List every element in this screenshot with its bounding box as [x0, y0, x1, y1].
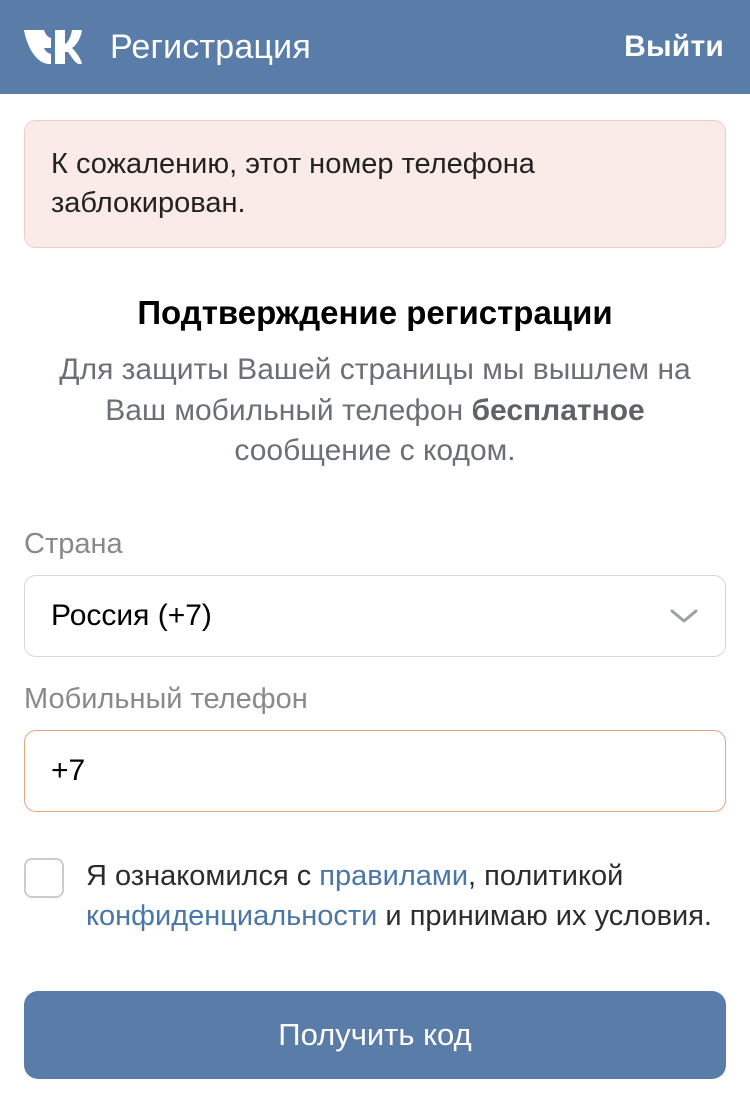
phone-input[interactable]: [24, 730, 726, 812]
country-select[interactable]: Россия (+7): [24, 575, 726, 657]
section-title: Подтверждение регистрации: [24, 294, 726, 332]
header: Регистрация Выйти: [0, 0, 750, 94]
country-label: Страна: [24, 528, 726, 561]
consent-part1: Я ознакомился с: [86, 860, 319, 892]
privacy-link[interactable]: конфиденциальности: [86, 900, 377, 932]
consent-text: Я ознакомился с правилами, политикой кон…: [86, 856, 726, 937]
section-description: Для защиты Вашей страницы мы вышлем на В…: [24, 350, 726, 472]
header-left: Регистрация: [22, 28, 311, 67]
get-code-button[interactable]: Получить код: [24, 991, 726, 1079]
country-field-group: Страна Россия (+7): [24, 528, 726, 657]
desc-text-bold: бесплатное: [472, 394, 645, 427]
consent-row: Я ознакомился с правилами, политикой кон…: [24, 856, 726, 937]
page-title: Регистрация: [110, 28, 311, 67]
consent-part3: и принимаю их условия.: [377, 900, 712, 932]
error-alert: К сожалению, этот номер телефона заблоки…: [24, 120, 726, 248]
phone-field-group: Мобильный телефон: [24, 683, 726, 812]
error-message: К сожалению, этот номер телефона заблоки…: [51, 148, 535, 219]
phone-label: Мобильный телефон: [24, 683, 726, 716]
vk-logo-icon: [22, 28, 82, 66]
rules-link[interactable]: правилами: [319, 860, 468, 892]
country-value: Россия (+7): [51, 599, 212, 633]
content: К сожалению, этот номер телефона заблоки…: [0, 94, 750, 1079]
consent-part2: , политикой: [468, 860, 623, 892]
desc-text-2: сообщение с кодом.: [234, 434, 515, 467]
exit-button[interactable]: Выйти: [624, 30, 724, 64]
chevron-down-icon: [669, 607, 699, 625]
consent-checkbox[interactable]: [24, 858, 64, 898]
